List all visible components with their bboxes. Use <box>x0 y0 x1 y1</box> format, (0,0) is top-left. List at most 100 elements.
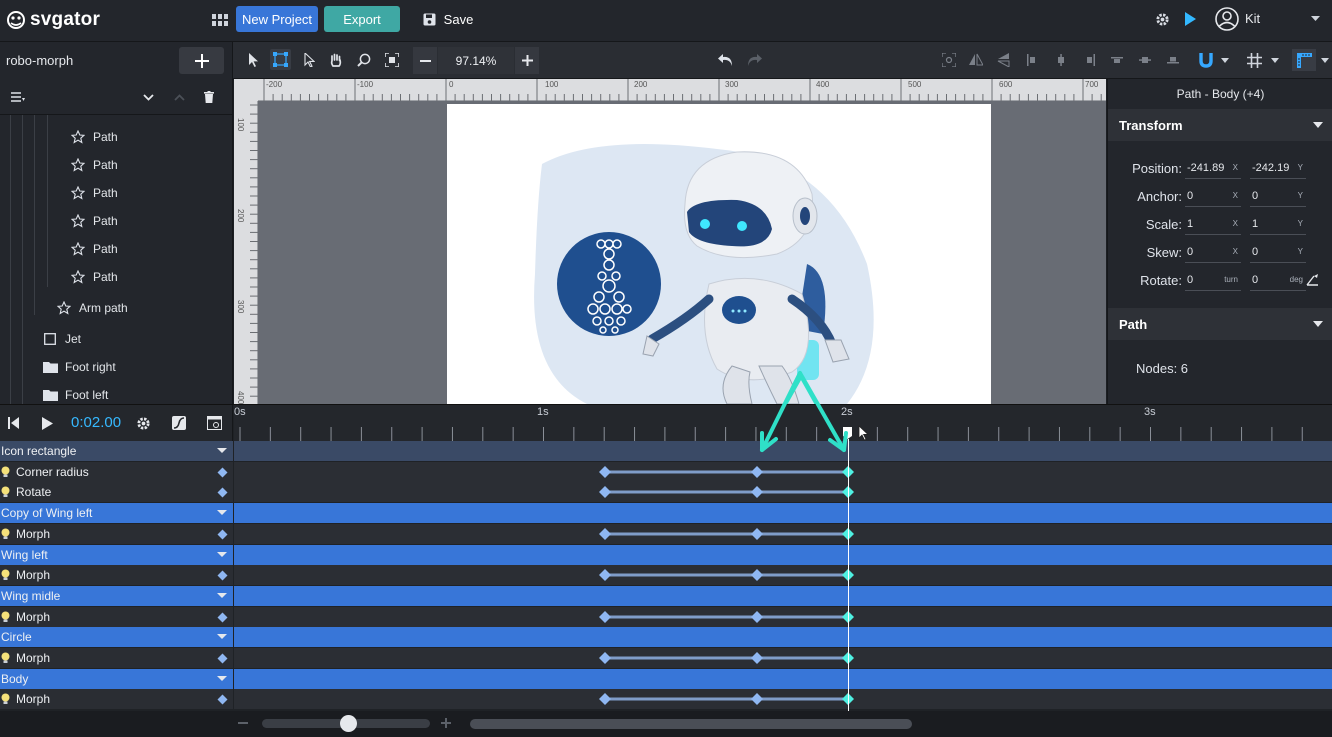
export-button[interactable]: Export <box>324 6 400 32</box>
timeline-property-row[interactable]: Morph <box>0 648 1332 668</box>
timeline-property-row[interactable]: Rotate <box>0 482 1332 503</box>
group-chevron-down-icon[interactable] <box>217 508 227 516</box>
flip-vertical-icon[interactable] <box>996 52 1012 68</box>
layer-item[interactable]: Path <box>0 263 232 291</box>
user-avatar-icon[interactable] <box>1214 6 1240 32</box>
canvas-area[interactable]: -200 -100 0 100 200 300 400 500 600 700 … <box>234 79 1106 404</box>
align-left-icon[interactable] <box>1025 52 1041 68</box>
svgator-logo[interactable]: svgator <box>6 9 100 31</box>
layer-item[interactable]: Path <box>0 179 232 207</box>
keyframe-diamond[interactable] <box>599 486 611 499</box>
keyframe-diamond[interactable] <box>751 569 763 582</box>
apps-grid-icon[interactable] <box>210 10 230 30</box>
group-chevron-down-icon[interactable] <box>217 632 227 640</box>
snap-chevron-down-icon[interactable] <box>1219 54 1231 66</box>
layer-item[interactable]: Jet <box>0 325 232 353</box>
group-track[interactable] <box>234 544 1332 565</box>
group-label[interactable]: Icon rectangle <box>0 441 233 461</box>
group-label[interactable]: Copy of Wing left <box>0 503 233 524</box>
keyframe-diamond[interactable] <box>599 569 611 582</box>
redo-icon[interactable] <box>744 51 764 69</box>
hand-pan-icon[interactable] <box>327 51 345 69</box>
project-name[interactable]: robo-morph <box>6 53 73 68</box>
anchor-x-input[interactable]: 0X <box>1185 185 1241 207</box>
keyframe-diamond[interactable] <box>599 693 611 706</box>
delete-trash-icon[interactable] <box>202 90 216 104</box>
zoom-in-plus-icon[interactable] <box>515 47 539 74</box>
group-chevron-down-icon[interactable] <box>217 550 227 558</box>
save-button[interactable]: Save <box>418 6 478 32</box>
timeline-property-row[interactable]: Morph <box>0 606 1332 627</box>
keyframe-diamond[interactable] <box>751 486 763 499</box>
select-arrow-icon[interactable] <box>244 51 262 69</box>
skip-to-start-icon[interactable] <box>5 415 21 431</box>
timeline-group-row[interactable]: Wing midle <box>0 585 1332 606</box>
layer-item[interactable]: Path <box>0 207 232 235</box>
timeline-horizontal-scrollbar[interactable] <box>470 719 912 729</box>
group-track[interactable] <box>234 503 1332 524</box>
horizontal-ruler[interactable]: -200 -100 0 100 200 300 400 500 600 700 <box>258 79 1106 101</box>
position-y-input[interactable]: -242.19 Y <box>1250 157 1306 179</box>
fit-selection-icon[interactable] <box>941 52 957 68</box>
rotate-deg-input[interactable]: 0 deg <box>1250 269 1306 291</box>
group-label[interactable]: Wing midle <box>0 585 233 606</box>
snap-magnet-icon[interactable] <box>1195 50 1217 70</box>
timeline-group-row[interactable]: Copy of Wing left <box>0 503 1332 524</box>
position-x-input[interactable]: -241.89 X <box>1185 157 1241 179</box>
keyframe-diamond[interactable] <box>751 527 763 540</box>
ruler-chevron-down-icon[interactable] <box>1319 54 1331 66</box>
group-track[interactable] <box>234 668 1332 689</box>
skew-x-input[interactable]: 0X <box>1185 241 1241 263</box>
keyframe-diamond[interactable] <box>599 465 611 478</box>
artboard[interactable] <box>447 104 991 404</box>
keyframe-diamond[interactable] <box>751 693 763 706</box>
zoom-in-timeline-plus-icon[interactable] <box>441 718 451 728</box>
move-up-chevron-icon[interactable] <box>171 90 187 104</box>
collapse-chevron-down-icon[interactable] <box>140 90 156 104</box>
transform-section-header[interactable]: Transform <box>1108 109 1332 141</box>
node-select-icon[interactable] <box>300 51 318 69</box>
layer-item[interactable]: Foot left <box>0 381 232 404</box>
grid-hash-icon[interactable] <box>1244 50 1264 70</box>
keyframe-diamond[interactable] <box>599 610 611 623</box>
user-menu-chevron-down-icon[interactable] <box>1308 12 1322 26</box>
skew-y-input[interactable]: 0Y <box>1250 241 1306 263</box>
scale-y-input[interactable]: 1Y <box>1250 213 1306 235</box>
rotate-origin-icon[interactable] <box>1306 273 1320 286</box>
layer-item[interactable]: Path <box>0 123 232 151</box>
easing-curve-icon[interactable] <box>171 415 187 431</box>
keyframe-diamond[interactable] <box>751 652 763 664</box>
group-track[interactable] <box>234 627 1332 648</box>
group-label[interactable]: Body <box>0 668 233 689</box>
fit-screen-icon[interactable] <box>383 51 401 69</box>
group-track[interactable] <box>234 585 1332 606</box>
path-section-header[interactable]: Path <box>1108 308 1332 340</box>
rotate-turn-input[interactable]: 0 turn <box>1185 269 1241 291</box>
align-top-icon[interactable] <box>1109 52 1125 68</box>
timeline-group-row[interactable]: Body <box>0 668 1332 689</box>
settings-gear-icon[interactable] <box>1152 9 1172 29</box>
keyframe-diamond[interactable] <box>599 527 611 540</box>
timeline-group-row[interactable]: Circle <box>0 627 1332 648</box>
zoom-tool-icon[interactable] <box>355 51 373 69</box>
play-icon[interactable] <box>39 415 55 431</box>
undo-icon[interactable] <box>716 51 736 69</box>
layer-item[interactable]: Path <box>0 235 232 263</box>
timeline-group-row[interactable]: Icon rectangle <box>0 441 1332 461</box>
user-name[interactable]: Kit <box>1245 11 1260 26</box>
timeline-property-row[interactable]: Morph <box>0 689 1332 710</box>
layer-item[interactable]: Arm path <box>0 294 232 322</box>
timeline-property-row[interactable]: Corner radius <box>0 461 1332 482</box>
vertical-ruler[interactable]: 100 200 300 400 <box>234 101 258 404</box>
add-layer-button[interactable] <box>179 47 224 74</box>
current-time[interactable]: 0:02.00 <box>71 414 121 431</box>
robot-illustration[interactable] <box>447 104 991 404</box>
timeline-zoom-thumb[interactable] <box>340 715 357 732</box>
zoom-out-minus-icon[interactable] <box>413 47 437 74</box>
keyframe-diamond[interactable] <box>599 652 611 664</box>
timeline-property-row[interactable]: Morph <box>0 523 1332 544</box>
group-label[interactable]: Wing left <box>0 544 233 565</box>
timeline-view-icon[interactable] <box>206 415 222 431</box>
timeline-property-row[interactable]: Morph <box>0 565 1332 586</box>
ruler-icon[interactable] <box>1292 49 1316 71</box>
